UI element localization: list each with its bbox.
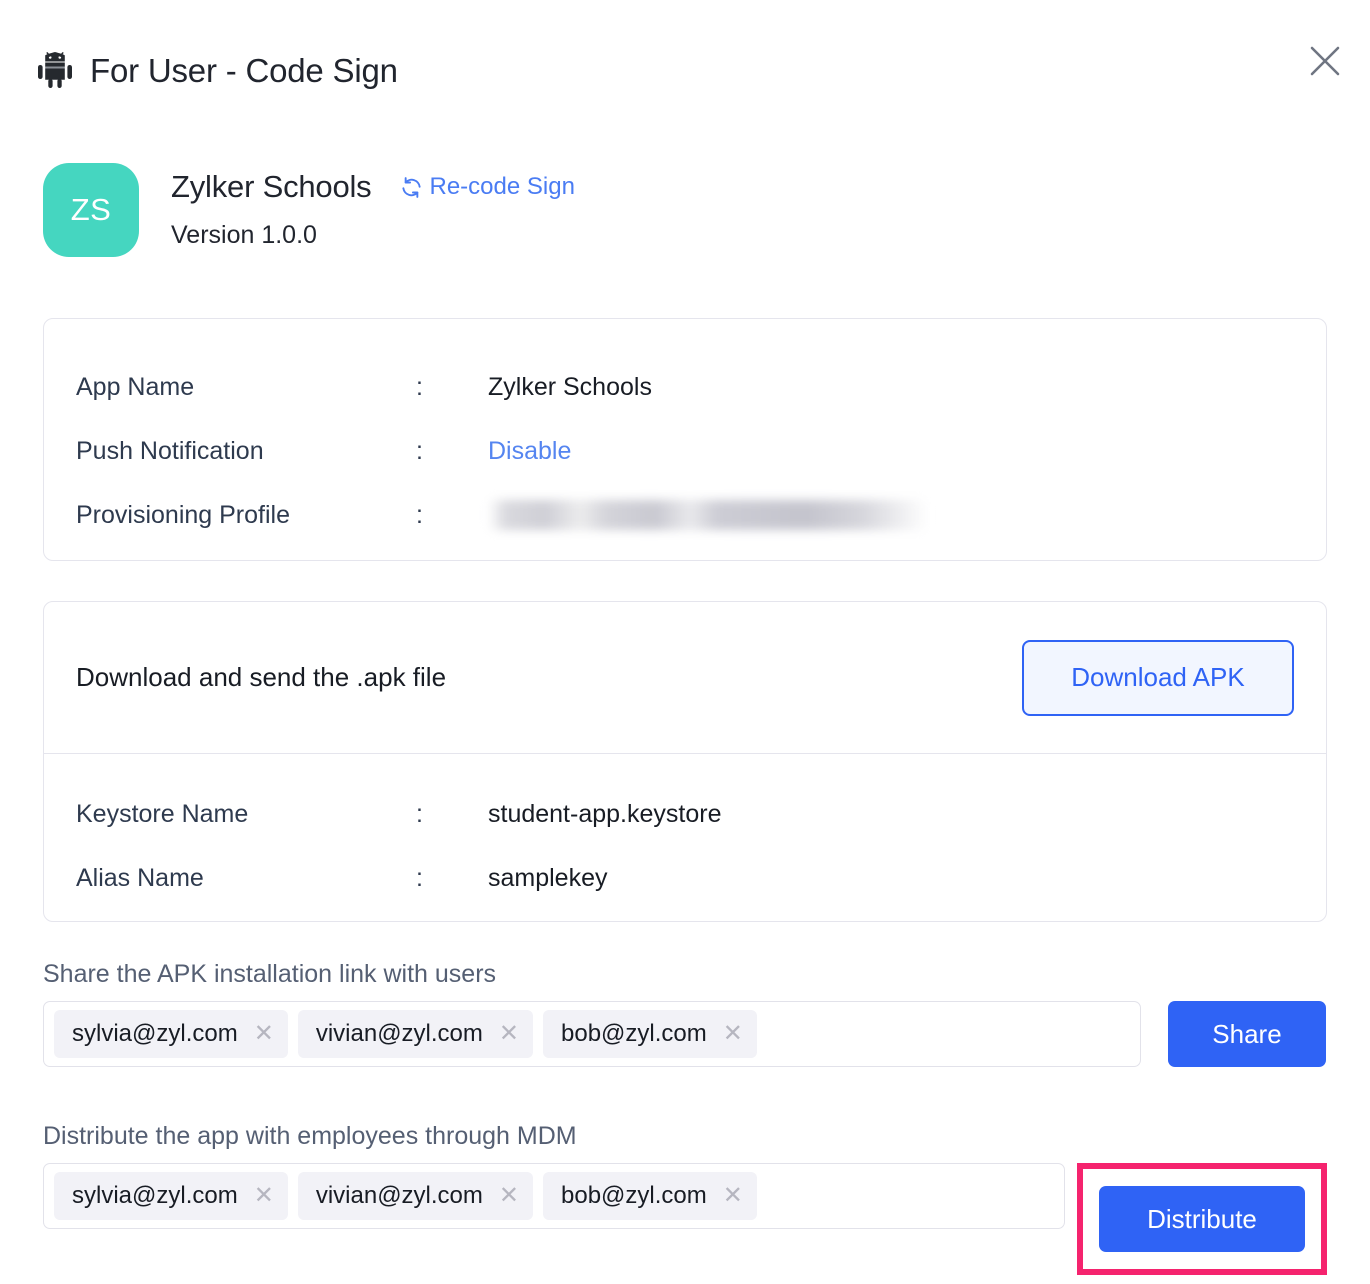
distribute-section: Distribute the app with employees throug… — [43, 1122, 1327, 1275]
app-details-list: App Name : Zylker Schools Push Notificat… — [44, 319, 1326, 547]
distribute-section-label: Distribute the app with employees throug… — [43, 1122, 577, 1150]
recode-sign-label: Re-code Sign — [429, 173, 575, 200]
detail-value-keystore-name: student-app.keystore — [488, 799, 722, 828]
recipient-chip[interactable]: sylvia@zyl.com ✕ — [54, 1010, 288, 1058]
share-section-row: sylvia@zyl.com ✕ vivian@zyl.com ✕ bob@zy… — [43, 1001, 1327, 1067]
download-description: Download and send the .apk file — [76, 662, 447, 692]
recode-sign-link[interactable]: Re-code Sign — [400, 173, 575, 201]
detail-colon: : — [416, 500, 423, 529]
recipient-email: bob@zyl.com — [561, 1182, 707, 1209]
recipient-chip[interactable]: sylvia@zyl.com ✕ — [54, 1172, 288, 1220]
distribute-highlight-annotation: Distribute — [1077, 1163, 1327, 1275]
share-recipients-input[interactable]: sylvia@zyl.com ✕ vivian@zyl.com ✕ bob@zy… — [43, 1001, 1141, 1067]
download-row: Download and send the .apk file Download… — [44, 602, 1326, 754]
detail-label: Provisioning Profile — [76, 500, 290, 529]
detail-label: App Name — [76, 372, 195, 401]
recipient-chip[interactable]: vivian@zyl.com ✕ — [297, 1010, 533, 1058]
detail-label: Keystore Name — [76, 799, 249, 828]
recipient-chip[interactable]: bob@zyl.com ✕ — [543, 1172, 757, 1220]
recipient-chip[interactable]: bob@zyl.com ✕ — [543, 1010, 757, 1058]
remove-recipient-icon[interactable]: ✕ — [499, 1184, 519, 1208]
detail-value-app-name: Zylker Schools — [488, 372, 652, 401]
detail-row-app-name: App Name : Zylker Schools — [76, 355, 1326, 419]
code-sign-dialog: For User - Code Sign ZS Zylker Schools R… — [0, 0, 1370, 1284]
page-title: For User - Code Sign — [90, 51, 398, 89]
detail-label: Alias Name — [76, 863, 204, 892]
detail-colon: : — [416, 372, 423, 401]
detail-row-push-notification: Push Notification : Disable — [76, 419, 1326, 483]
refresh-icon — [401, 176, 421, 198]
remove-recipient-icon[interactable]: ✕ — [723, 1022, 743, 1046]
download-apk-button[interactable]: Download APK — [1022, 639, 1294, 716]
share-section-label: Share the APK installation link with use… — [43, 960, 497, 988]
close-icon — [1310, 46, 1340, 76]
detail-row-keystore-name: Keystore Name : student-app.keystore — [76, 782, 1326, 846]
recipient-email: sylvia@zyl.com — [72, 1020, 238, 1047]
share-button[interactable]: Share — [1168, 1001, 1326, 1067]
detail-label: Push Notification — [76, 436, 264, 465]
detail-colon: : — [416, 799, 423, 828]
download-card: Download and send the .apk file Download… — [43, 601, 1327, 922]
detail-value-alias-name: samplekey — [488, 863, 608, 892]
detail-colon: : — [416, 863, 423, 892]
app-version: Version 1.0.0 — [171, 221, 317, 249]
keystore-list: Keystore Name : student-app.keystore Ali… — [44, 754, 1326, 910]
dialog-header: For User - Code Sign — [38, 34, 1338, 106]
share-section: Share the APK installation link with use… — [43, 960, 1327, 1067]
app-name-line: Zylker Schools Re-code Sign — [171, 169, 575, 205]
detail-row-alias-name: Alias Name : samplekey — [76, 846, 1326, 910]
recipient-email: vivian@zyl.com — [315, 1182, 483, 1209]
remove-recipient-icon[interactable]: ✕ — [254, 1022, 274, 1046]
recipient-email: sylvia@zyl.com — [72, 1182, 238, 1209]
app-details-card: App Name : Zylker Schools Push Notificat… — [43, 318, 1327, 561]
push-notification-disable-link[interactable]: Disable — [488, 437, 571, 466]
android-icon — [38, 52, 72, 88]
distribute-button[interactable]: Distribute — [1099, 1186, 1305, 1252]
detail-row-provisioning-profile: Provisioning Profile : — [76, 483, 1326, 547]
remove-recipient-icon[interactable]: ✕ — [499, 1022, 519, 1046]
recipient-email: vivian@zyl.com — [315, 1020, 483, 1047]
distribute-recipients-input[interactable]: sylvia@zyl.com ✕ vivian@zyl.com ✕ bob@zy… — [43, 1163, 1065, 1229]
app-summary: ZS Zylker Schools Re-code Sign Version 1… — [43, 163, 575, 257]
app-meta: Zylker Schools Re-code Sign Version 1.0.… — [171, 163, 575, 250]
avatar: ZS — [43, 163, 139, 257]
provisioning-profile-redacted-value — [488, 500, 928, 530]
recipient-email: bob@zyl.com — [561, 1020, 707, 1047]
app-name: Zylker Schools — [171, 169, 372, 204]
distribute-section-row: sylvia@zyl.com ✕ vivian@zyl.com ✕ bob@zy… — [43, 1163, 1327, 1275]
close-button[interactable] — [1302, 38, 1348, 84]
remove-recipient-icon[interactable]: ✕ — [723, 1184, 743, 1208]
recipient-chip[interactable]: vivian@zyl.com ✕ — [297, 1172, 533, 1220]
remove-recipient-icon[interactable]: ✕ — [254, 1184, 274, 1208]
detail-colon: : — [416, 436, 423, 465]
